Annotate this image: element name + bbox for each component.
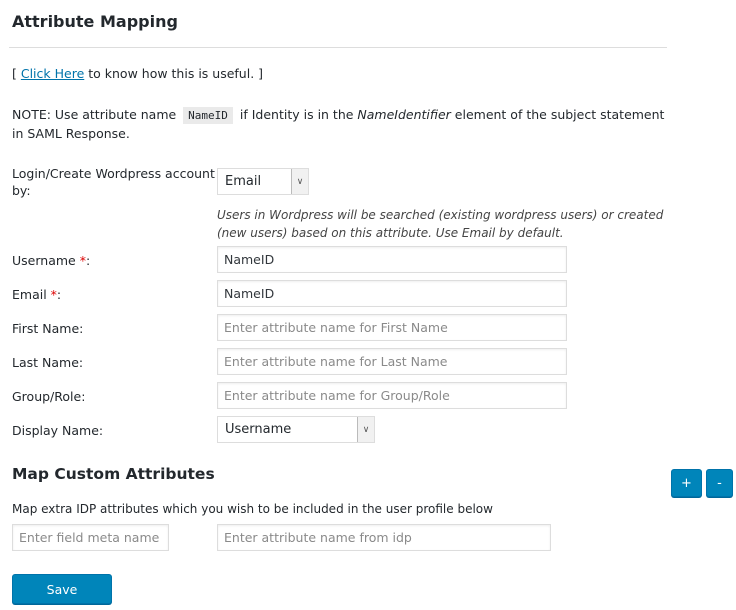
remove-attribute-button[interactable]: - (706, 469, 733, 497)
email-input[interactable] (217, 280, 567, 307)
custom-attributes-title: Map Custom Attributes (12, 465, 215, 483)
save-button[interactable]: Save (12, 574, 112, 604)
display-name-label: Display Name: (12, 423, 104, 438)
divider (9, 47, 667, 48)
idp-attribute-input[interactable] (217, 524, 551, 551)
page-title: Attribute Mapping (12, 12, 178, 31)
login-by-label: Login/Create Wordpress account by: (12, 166, 215, 198)
note-text: NOTE: Use attribute name NameID if Ident… (12, 107, 665, 141)
first-name-input[interactable] (217, 314, 567, 341)
first-name-label: First Name: (12, 321, 84, 336)
last-name-label: Last Name: (12, 355, 84, 370)
username-label: Username *: (12, 253, 91, 268)
click-here-link[interactable]: Click Here (21, 66, 84, 81)
help-text: [ Click Here to know how this is useful.… (12, 66, 264, 81)
login-by-hint: Users in Wordpress will be searched (exi… (217, 208, 664, 240)
add-attribute-button[interactable]: + (671, 469, 702, 497)
chevron-down-icon: ∨ (357, 417, 374, 442)
display-name-select[interactable]: Username ∨ (217, 416, 375, 443)
nameid-code: NameID (183, 107, 233, 124)
email-label: Email *: (12, 287, 62, 302)
username-input[interactable] (217, 246, 567, 273)
group-role-input[interactable] (217, 382, 567, 409)
group-role-label: Group/Role: (12, 389, 86, 404)
last-name-input[interactable] (217, 348, 567, 375)
custom-attributes-description: Map extra IDP attributes which you wish … (12, 502, 493, 516)
chevron-down-icon: ∨ (291, 169, 308, 194)
note-label: NOTE: (12, 107, 51, 122)
field-meta-name-input[interactable] (12, 524, 169, 551)
login-by-select[interactable]: Email ∨ (217, 168, 309, 195)
